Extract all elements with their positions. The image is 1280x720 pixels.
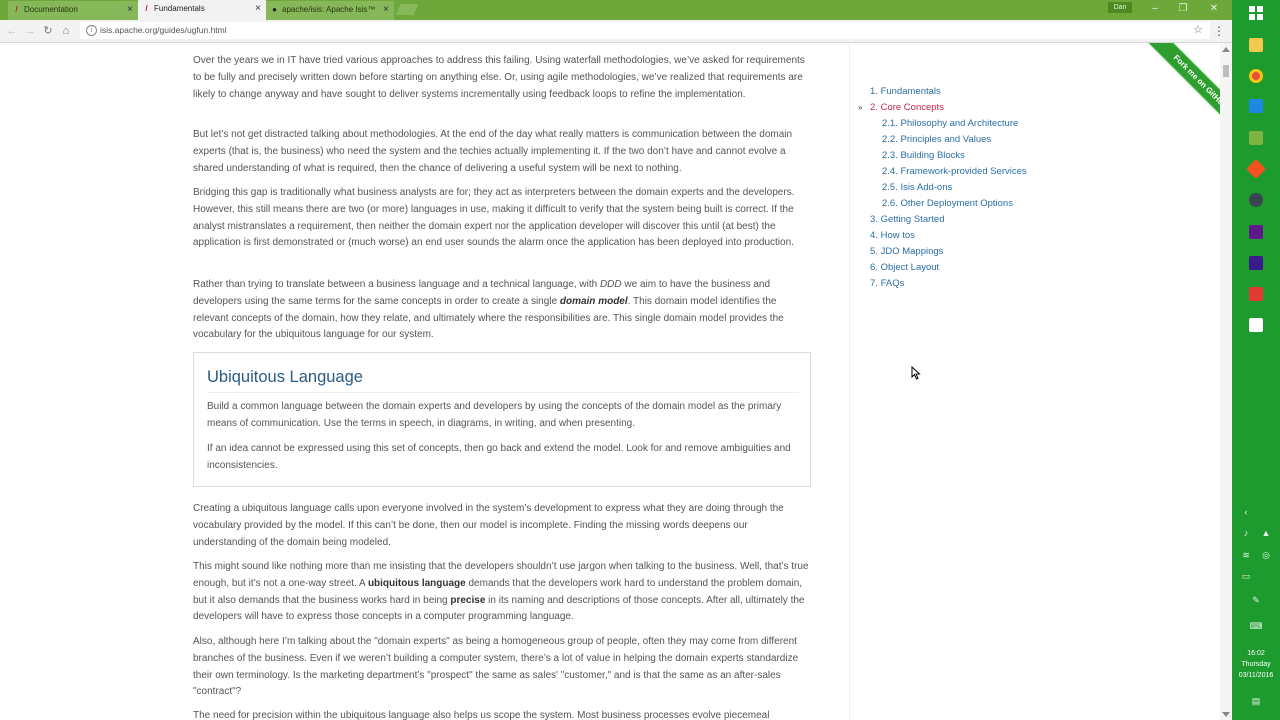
toc-item-how-tos[interactable]: 4. How tos — [870, 228, 915, 244]
page-viewport: Over the years we in IT have tried vario… — [0, 43, 1232, 720]
volume-icon[interactable]: ♪ — [1239, 528, 1253, 538]
fork-me-ribbon[interactable]: Fork me on GitHub — [1133, 43, 1220, 138]
clock-date: 03/11/2016 — [1238, 672, 1274, 679]
file-explorer-icon[interactable] — [1249, 38, 1263, 52]
isis-favicon-icon: / — [15, 5, 18, 14]
toc-item-philosophy[interactable]: 2.1. Philosophy and Architecture — [882, 116, 1018, 132]
close-tab-icon[interactable]: × — [383, 1, 389, 19]
paragraph: The need for precision within the ubiqui… — [193, 710, 770, 720]
paragraph: Creating a ubiquitous language calls upo… — [193, 503, 784, 548]
intellij-icon[interactable] — [1249, 225, 1263, 239]
scroll-thumb[interactable] — [1223, 65, 1229, 77]
globe-app-icon[interactable] — [1249, 193, 1263, 207]
reload-icon[interactable]: ↻ — [40, 22, 56, 40]
isis-favicon-icon: / — [145, 4, 148, 13]
windows-taskbar: ‹ ♪ ▲ ≋ ◎ ▭ ✎ ⌨ 16:02 Thursday 03/11/201… — [1232, 0, 1280, 720]
home-icon[interactable]: ⌂ — [58, 22, 74, 40]
clock-time: 16:02 — [1247, 650, 1265, 657]
pen-icon[interactable]: ✎ — [1249, 595, 1263, 606]
toc-item-faqs[interactable]: 7. FAQs — [870, 276, 904, 292]
ubiquitous-language-callout: Ubiquitous Language Build a common langu… — [193, 352, 811, 487]
toc-item-jdo-mappings[interactable]: 5. JDO Mappings — [870, 244, 943, 260]
drive-icon[interactable]: ▲ — [1259, 528, 1273, 538]
paragraph: Bridging this gap is traditionally what … — [193, 187, 795, 249]
toc-item-isis-addons[interactable]: 2.5. Isis Add-ons — [882, 180, 952, 196]
clock-day: Thursday — [1241, 661, 1271, 668]
url-text: isis.apache.org/guides/ugfun.html — [100, 25, 227, 35]
tab-github[interactable]: ● apache/isis: Apache Isis™ × — [266, 1, 394, 20]
paragraph: Also, although here I’m talking about th… — [193, 636, 799, 698]
forward-arrow-icon[interactable]: → — [22, 22, 38, 40]
battery-icon[interactable]: ▭ — [1239, 571, 1253, 582]
scroll-up-icon[interactable] — [1222, 47, 1230, 52]
chrome-icon[interactable] — [1249, 69, 1263, 83]
user-profile-button[interactable]: Dan — [1108, 2, 1132, 13]
github-icon: ● — [272, 5, 277, 14]
console-app-icon[interactable] — [1249, 318, 1263, 332]
toc-item-object-layout[interactable]: 6. Object Layout — [870, 260, 939, 276]
tab-fundamentals[interactable]: / Fundamentals × — [138, 0, 266, 20]
ubiquitous-language-term: ubiquitous language — [367, 577, 466, 589]
system-clock[interactable]: 16:02 Thursday 03/11/2016 — [1232, 648, 1280, 681]
address-bar[interactable]: i isis.apache.org/guides/ugfun.html ☆ — [80, 22, 1210, 39]
mouse-cursor-icon — [911, 366, 921, 380]
paragraph: This might sound like nothing more than … — [193, 561, 809, 623]
close-tab-icon[interactable]: × — [255, 0, 261, 18]
close-tab-icon[interactable]: × — [127, 1, 133, 19]
wifi-icon[interactable]: ≋ — [1239, 550, 1253, 561]
browser-toolbar: ← → ↻ ⌂ i isis.apache.org/guides/ugfun.h… — [0, 20, 1232, 43]
notepad-plus-icon[interactable] — [1249, 131, 1263, 145]
tab-title: Documentation — [24, 5, 78, 14]
toc-item-getting-started[interactable]: 3. Getting Started — [870, 212, 944, 228]
teamviewer-icon[interactable] — [1249, 99, 1263, 113]
precise-term: precise — [450, 594, 486, 606]
close-window-icon[interactable]: ✕ — [1202, 2, 1226, 16]
minimize-icon[interactable]: – — [1143, 2, 1167, 16]
github-ribbon[interactable]: Fork me on GitHub — [1100, 43, 1220, 138]
bookmark-star-icon[interactable]: ☆ — [1193, 22, 1203, 39]
tab-title: Fundamentals — [154, 4, 205, 13]
toc-item-building-blocks[interactable]: 2.3. Building Blocks — [882, 148, 965, 164]
browser-titlebar: / Documentation × / Fundamentals × ● apa… — [0, 0, 1232, 20]
active-section-marker-icon: » — [858, 103, 863, 112]
chevron-left-icon[interactable]: ‹ — [1239, 507, 1253, 517]
info-icon[interactable]: i — [86, 25, 97, 36]
toc-item-framework-services[interactable]: 2.4. Framework-provided Services — [882, 164, 1027, 180]
callout-title: Ubiquitous Language — [207, 368, 363, 386]
callout-paragraph: If an idea cannot be expressed using thi… — [207, 443, 791, 471]
tab-documentation[interactable]: / Documentation × — [8, 1, 138, 20]
callout-paragraph: Build a common language between the doma… — [207, 401, 782, 429]
sync-icon[interactable]: ◎ — [1259, 550, 1273, 561]
vertical-scrollbar[interactable] — [1220, 43, 1232, 720]
action-center-icon[interactable]: ▤ — [1249, 696, 1263, 707]
gradle-icon[interactable] — [1249, 287, 1263, 301]
new-tab-button[interactable] — [395, 4, 419, 15]
toc-item-principles[interactable]: 2.2. Principles and Values — [882, 132, 991, 148]
domain-model-term: domain model — [559, 295, 628, 307]
ddd-term: DDD — [599, 279, 622, 290]
paragraph: But let’s not get distracted talking abo… — [193, 129, 793, 174]
back-arrow-icon[interactable]: ← — [4, 22, 20, 40]
toc-item-core-concepts[interactable]: 2. Core Concepts — [870, 100, 944, 116]
git-icon[interactable] — [1246, 159, 1266, 179]
scroll-down-icon[interactable] — [1222, 712, 1230, 717]
toc-item-fundamentals[interactable]: 1. Fundamentals — [870, 84, 941, 100]
intellij-2-icon[interactable] — [1249, 256, 1263, 270]
restore-icon[interactable]: ❐ — [1171, 2, 1195, 16]
chrome-menu-icon[interactable]: ⋮ — [1213, 22, 1225, 40]
paragraph: Rather than trying to translate between … — [193, 279, 784, 341]
tab-title: apache/isis: Apache Isis™ — [282, 5, 376, 14]
keyboard-icon[interactable]: ⌨ — [1249, 621, 1263, 632]
paragraph: Over the years we in IT have tried vario… — [193, 55, 805, 100]
toc-item-deployment-options[interactable]: 2.6. Other Deployment Options — [882, 196, 1013, 212]
windows-start-icon[interactable] — [1248, 6, 1264, 22]
divider — [207, 392, 799, 393]
toc-divider — [849, 43, 850, 720]
